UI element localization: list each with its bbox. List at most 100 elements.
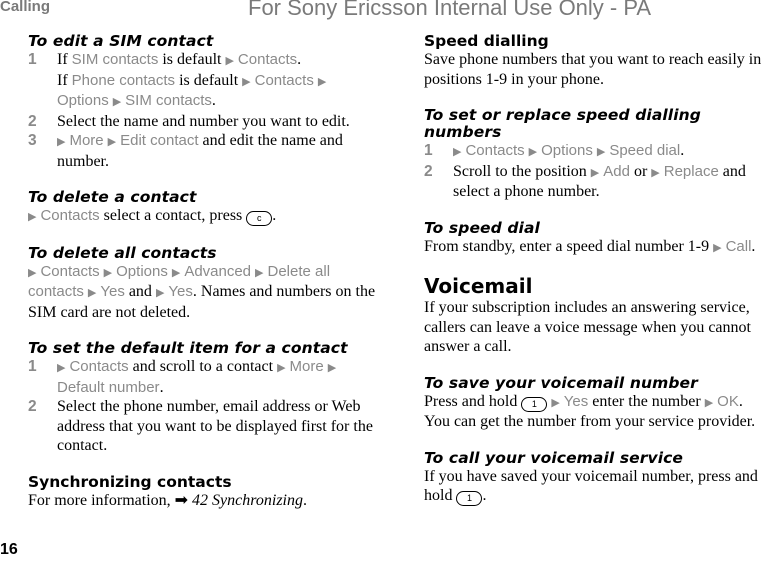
- step: 2 Select the name and number you want to…: [28, 112, 378, 132]
- paragraph: ▶ Contacts select a contact, press c.: [28, 206, 378, 227]
- section-header: Calling: [0, 0, 51, 15]
- paragraph: Save phone numbers that you want to reac…: [424, 51, 762, 88]
- paragraph: If you have saved your voicemail number,…: [424, 467, 765, 506]
- ui-term: Contacts: [465, 142, 525, 159]
- step-number: 2: [424, 162, 433, 180]
- menu-arrow-icon: ▶: [596, 145, 606, 158]
- ui-term: SIM contacts: [71, 51, 159, 68]
- step-number: 3: [28, 132, 37, 149]
- text: .: [303, 491, 307, 509]
- text: Press and hold: [424, 392, 522, 410]
- ui-term: Edit contact: [120, 132, 199, 149]
- menu-arrow-icon: ▶: [651, 165, 660, 179]
- step: 1 If SIM contacts is default ▶ Contacts.…: [28, 50, 378, 112]
- menu-arrow-icon: ▶: [28, 210, 37, 223]
- ui-term: Contacts: [254, 71, 314, 89]
- c-key-icon: c: [246, 211, 273, 226]
- ui-term: Contacts: [69, 358, 129, 375]
- ui-term: More: [69, 132, 104, 149]
- menu-arrow-icon: ▶: [713, 240, 722, 254]
- step-number: 2: [28, 112, 37, 130]
- step: 3 ▶ More ▶ Edit contact and edit the nam…: [28, 131, 378, 171]
- heading-set-speed: To set or replace speed dialling numbers: [424, 106, 701, 141]
- menu-arrow-icon: ▶: [453, 145, 462, 158]
- ui-term: More: [289, 358, 324, 375]
- menu-arrow-icon: ▶: [155, 286, 165, 299]
- menu-arrow-icon: ▶: [57, 135, 66, 148]
- paragraph: Press and hold 1 ▶ Yes enter the number …: [424, 392, 765, 432]
- menu-arrow-icon: ▶: [112, 95, 122, 108]
- step-number: 1: [28, 51, 37, 68]
- heading-save-voicemail: To save your voicemail number: [424, 373, 698, 392]
- ui-term: Default number: [57, 378, 160, 396]
- step-number: 1: [28, 358, 37, 375]
- ui-term: Contacts: [237, 51, 298, 68]
- text: .: [751, 237, 756, 255]
- ui-term: Add: [603, 162, 630, 180]
- ui-term: Advanced: [184, 262, 252, 280]
- step-text: Select the name and number you want to e…: [57, 112, 350, 130]
- text: .: [482, 487, 487, 504]
- menu-arrow-icon: ▶: [590, 165, 600, 179]
- text: .: [272, 207, 277, 224]
- text: .: [297, 51, 302, 68]
- watermark: For Sony Ericsson Internal Use Only - PA: [248, 0, 652, 20]
- text: select a contact, press: [99, 207, 247, 224]
- paragraph: For more information, ➡ 42 Synchronizing…: [28, 491, 378, 511]
- ui-term: Contacts: [40, 207, 100, 224]
- heading-voicemail: Voicemail: [424, 274, 533, 298]
- menu-arrow-icon: ▶: [107, 135, 117, 148]
- step: 2 Scroll to the position ▶ Add or ▶ Repl…: [424, 162, 765, 202]
- heading-call-voicemail: To call your voicemail service: [424, 448, 684, 467]
- ui-term: Replace: [663, 162, 719, 180]
- menu-arrow-icon: ▶: [103, 265, 113, 279]
- text: and: [124, 283, 156, 300]
- step-text: Select the phone number, email address o…: [57, 398, 373, 454]
- ui-term: Yes: [168, 283, 193, 300]
- heading-sync: Synchronizing contacts: [28, 472, 232, 491]
- text: is default: [175, 71, 243, 89]
- menu-arrow-icon: ▶: [317, 74, 327, 88]
- text: is default: [158, 51, 226, 68]
- menu-arrow-icon: ▶: [277, 361, 286, 374]
- text: Scroll to the position: [453, 162, 591, 180]
- heading-edit-sim: To edit a SIM contact: [28, 32, 214, 50]
- text: .: [680, 142, 685, 159]
- ui-term: Yes: [563, 392, 589, 410]
- menu-arrow-icon: ▶: [528, 145, 538, 158]
- heading-delete-contact: To delete a contact: [28, 188, 197, 206]
- cross-reference-link[interactable]: 42 Synchronizing: [192, 492, 303, 509]
- paragraph: ▶ Contacts ▶ Options ▶ Advanced ▶ Delete…: [28, 262, 378, 323]
- ui-term: Options: [57, 92, 109, 109]
- step-number: 1: [424, 142, 433, 159]
- ref-arrow-icon: ➡: [174, 491, 189, 509]
- page-number: 16: [0, 541, 18, 558]
- text: If: [57, 71, 72, 89]
- menu-arrow-icon: ▶: [28, 265, 37, 279]
- menu-arrow-icon: ▶: [255, 265, 264, 279]
- menu-arrow-icon: ▶: [57, 361, 66, 374]
- heading-speed-dial: To speed dial: [424, 218, 540, 237]
- step: 1 ▶ Contacts and scroll to a contact ▶ M…: [28, 357, 378, 397]
- paragraph: If your subscription includes an answeri…: [424, 299, 751, 355]
- left-column: To edit a SIM contact 1 If SIM contacts …: [28, 33, 378, 510]
- step: 2 Select the phone number, email address…: [28, 397, 378, 456]
- ui-term: Yes: [100, 283, 125, 300]
- text: From standby, enter a speed dial number …: [424, 237, 714, 255]
- text: .: [159, 378, 164, 396]
- text: and scroll to a contact: [128, 358, 278, 375]
- heading-delete-all: To delete all contacts: [28, 243, 217, 262]
- menu-arrow-icon: ▶: [327, 361, 337, 374]
- text: enter the number: [588, 392, 705, 410]
- heading-default-item: To set the default item for a contact: [28, 339, 348, 357]
- menu-arrow-icon: ▶: [87, 286, 97, 299]
- step: 1 ▶ Contacts ▶ Options ▶ Speed dial.: [424, 141, 765, 162]
- ui-term: Contacts: [40, 262, 100, 280]
- menu-arrow-icon: ▶: [171, 265, 181, 279]
- ui-term: SIM contacts: [125, 92, 212, 109]
- ui-term: Phone contacts: [71, 71, 176, 89]
- text: If: [57, 51, 72, 68]
- one-key-icon: 1: [456, 491, 483, 506]
- ui-term: Speed dial: [609, 142, 681, 159]
- text: For more information,: [28, 491, 175, 509]
